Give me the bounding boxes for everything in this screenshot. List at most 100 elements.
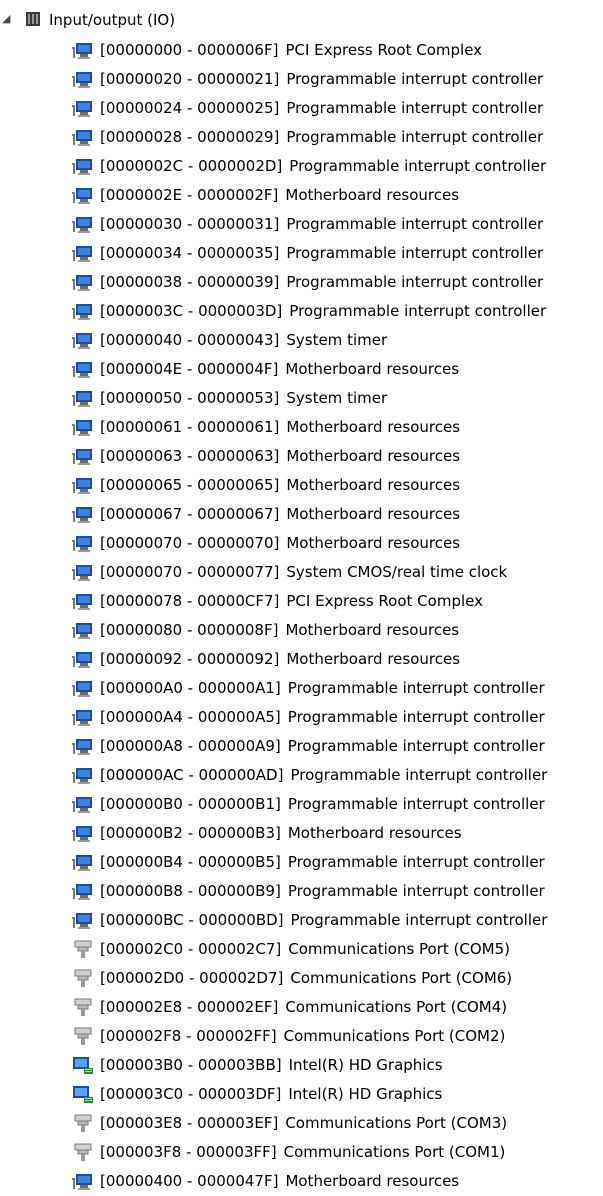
device-name: Intel(R) HD Graphics <box>288 1085 443 1103</box>
io-range: [000000B4 - 000000B5] <box>100 853 281 871</box>
device-name: Communications Port (COM3) <box>285 1114 508 1132</box>
tree-item-label: [00000067 - 00000067] Motherboard resourc… <box>100 500 460 529</box>
tree-item[interactable]: [000003E8 - 000003EF] Communications Port… <box>0 1109 603 1138</box>
device-name: Communications Port (COM1) <box>283 1143 506 1161</box>
tree-item-label: [00000038 - 00000039] Programmable interr… <box>100 268 543 297</box>
tree-item[interactable]: [00000063 - 00000063] Motherboard resourc… <box>0 442 603 471</box>
tree-item[interactable]: [000000A4 - 000000A5] Programmable interr… <box>0 703 603 732</box>
io-range: [00000078 - 00000CF7] <box>100 592 280 610</box>
tree-item[interactable]: [00000061 - 00000061] Motherboard resourc… <box>0 413 603 442</box>
tree-item[interactable]: [00000028 - 00000029] Programmable interr… <box>0 123 603 152</box>
tree-item-label: [000003F8 - 000003FF] Communications Port… <box>100 1138 505 1167</box>
tree-item-label: [00000070 - 00000077] System CMOS/real ti… <box>100 558 507 587</box>
tree-item-label: [000000A4 - 000000A5] Programmable interr… <box>100 703 545 732</box>
tree-item-label: [0000002E - 0000002F] Motherboard resourc… <box>100 181 459 210</box>
tree-item[interactable]: [0000004E - 0000004F] Motherboard resourc… <box>0 355 603 384</box>
io-range: [00000024 - 00000025] <box>100 99 280 117</box>
io-range: [00000050 - 00000053] <box>100 389 280 407</box>
tree-item-label: [0000003C - 0000003D] Programmable interr… <box>100 297 546 326</box>
tree-root-node[interactable]: ◢ Input/output (IO) <box>0 8 603 32</box>
tree-item[interactable]: [00000070 - 00000070] Motherboard resourc… <box>0 529 603 558</box>
device-name: Communications Port (COM6) <box>290 969 513 987</box>
tree-item[interactable]: [000000BC - 000000BD] Programmable interr… <box>0 906 603 935</box>
io-range: [00000063 - 00000063] <box>100 447 280 465</box>
tree-item[interactable]: [00000070 - 00000077] System CMOS/real ti… <box>0 558 603 587</box>
system-device-icon <box>72 563 94 582</box>
tree-item-label: [000000B8 - 000000B9] Programmable interr… <box>100 877 545 906</box>
tree-item[interactable]: [0000002E - 0000002F] Motherboard resourc… <box>0 181 603 210</box>
device-name: Communications Port (COM4) <box>285 998 508 1016</box>
tree-item[interactable]: [000000B2 - 000000B3] Motherboard resourc… <box>0 819 603 848</box>
tree-item[interactable]: [00000067 - 00000067] Motherboard resourc… <box>0 500 603 529</box>
system-device-icon <box>72 795 94 814</box>
tree-item[interactable]: [0000003C - 0000003D] Programmable interr… <box>0 297 603 326</box>
device-name: Motherboard resources <box>287 824 462 842</box>
tree-item[interactable]: [00000040 - 00000043] System timer <box>0 326 603 355</box>
tree-item[interactable]: [00000050 - 00000053] System timer <box>0 384 603 413</box>
tree-item-label: [000002E8 - 000002EF] Communications Port… <box>100 993 507 1022</box>
tree-item-label: [00000028 - 00000029] Programmable interr… <box>100 123 543 152</box>
device-name: PCI Express Root Complex <box>285 41 483 59</box>
tree-item[interactable]: [00000030 - 00000031] Programmable interr… <box>0 210 603 239</box>
device-name: Programmable interrupt controller <box>289 302 547 320</box>
tree-item[interactable]: [00000020 - 00000021] Programmable interr… <box>0 65 603 94</box>
tree-item[interactable]: [000000A0 - 000000A1] Programmable interr… <box>0 674 603 703</box>
tree-item[interactable]: [00000034 - 00000035] Programmable interr… <box>0 239 603 268</box>
tree-item[interactable]: [000002E8 - 000002EF] Communications Port… <box>0 993 603 1022</box>
io-range: [00000065 - 00000065] <box>100 476 280 494</box>
tree-item[interactable]: [000002C0 - 000002C7] Communications Port… <box>0 935 603 964</box>
system-device-icon <box>72 447 94 466</box>
tree-item-label: [000003C0 - 000003DF] Intel(R) HD Graphic… <box>100 1080 442 1109</box>
tree-item[interactable]: [000003F8 - 000003FF] Communications Port… <box>0 1138 603 1167</box>
tree-item[interactable]: [00000024 - 00000025] Programmable interr… <box>0 94 603 123</box>
io-range: [00000028 - 00000029] <box>100 128 280 146</box>
tree-item[interactable]: [00000080 - 0000008F] Motherboard resourc… <box>0 616 603 645</box>
tree-item[interactable]: [000000A8 - 000000A9] Programmable interr… <box>0 732 603 761</box>
system-device-icon <box>72 1172 94 1191</box>
tree-item[interactable]: [000002F8 - 000002FF] Communications Port… <box>0 1022 603 1051</box>
system-device-icon <box>72 302 94 321</box>
tree-item[interactable]: [0000002C - 0000002D] Programmable interr… <box>0 152 603 181</box>
device-name: Motherboard resources <box>286 447 461 465</box>
tree-item[interactable]: [000000AC - 000000AD] Programmable interr… <box>0 761 603 790</box>
tree-item[interactable]: [000002D0 - 000002D7] Communications Port… <box>0 964 603 993</box>
io-range: [000003F8 - 000003FF] <box>100 1143 277 1161</box>
tree-item[interactable]: [000000B8 - 000000B9] Programmable interr… <box>0 877 603 906</box>
device-name: Programmable interrupt controller <box>287 795 545 813</box>
device-name: Programmable interrupt controller <box>290 766 548 784</box>
tree-item-label: [00000065 - 00000065] Motherboard resourc… <box>100 471 460 500</box>
device-name: Communications Port (COM2) <box>283 1027 506 1045</box>
io-range: [00000038 - 00000039] <box>100 273 280 291</box>
display-adapter-icon <box>72 1056 94 1075</box>
tree-item[interactable]: [00000038 - 00000039] Programmable interr… <box>0 268 603 297</box>
system-device-icon <box>72 882 94 901</box>
device-name: Programmable interrupt controller <box>286 244 544 262</box>
device-name: Programmable interrupt controller <box>289 157 547 175</box>
system-device-icon <box>72 824 94 843</box>
tree-item-label: [000000A8 - 000000A9] Programmable interr… <box>100 732 545 761</box>
system-device-icon <box>72 418 94 437</box>
io-range: [00000092 - 00000092] <box>100 650 280 668</box>
tree-item[interactable]: [000003B0 - 000003BB] Intel(R) HD Graphic… <box>0 1051 603 1080</box>
io-range: [000003C0 - 000003DF] <box>100 1085 282 1103</box>
port-connector-icon <box>72 1027 94 1046</box>
tree-item-label: [0000002C - 0000002D] Programmable interr… <box>100 152 546 181</box>
tree-item[interactable]: [000003C0 - 000003DF] Intel(R) HD Graphic… <box>0 1080 603 1109</box>
tree-item-label: [00000092 - 00000092] Motherboard resourc… <box>100 645 460 674</box>
system-device-icon <box>72 389 94 408</box>
tree-item[interactable]: [000000B0 - 000000B1] Programmable interr… <box>0 790 603 819</box>
tree-item-label: [000000B4 - 000000B5] Programmable interr… <box>100 848 545 877</box>
system-device-icon <box>72 331 94 350</box>
tree-item[interactable]: [00000092 - 00000092] Motherboard resourc… <box>0 645 603 674</box>
tree-item[interactable]: [00000078 - 00000CF7] PCI Express Root Co… <box>0 587 603 616</box>
tree-item-label: [00000040 - 00000043] System timer <box>100 326 387 355</box>
tree-item[interactable]: [00000000 - 0000006F] PCI Express Root Co… <box>0 36 603 65</box>
tree-item-label: [00000020 - 00000021] Programmable interr… <box>100 65 543 94</box>
tree-item-label: [00000034 - 00000035] Programmable interr… <box>100 239 543 268</box>
expanded-chevron-icon[interactable]: ◢ <box>2 10 10 28</box>
tree-item-label: [000000BC - 000000BD] Programmable interr… <box>100 906 547 935</box>
tree-item[interactable]: [000000B4 - 000000B5] Programmable interr… <box>0 848 603 877</box>
tree-item[interactable]: [00000065 - 00000065] Motherboard resourc… <box>0 471 603 500</box>
port-connector-icon <box>72 969 94 988</box>
tree-item-label: [000000B0 - 000000B1] Programmable interr… <box>100 790 545 819</box>
